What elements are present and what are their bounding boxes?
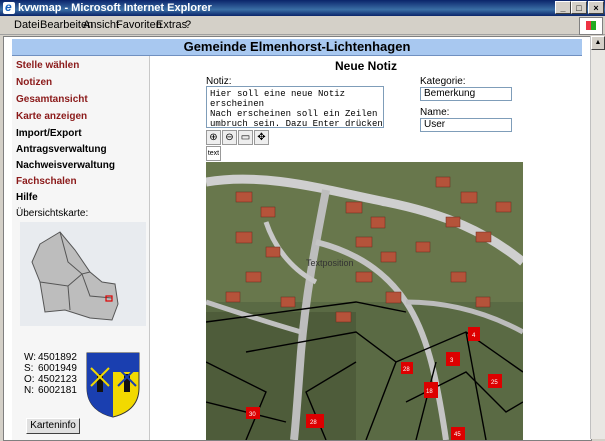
kategorie-field[interactable]: Bemerkung — [420, 87, 512, 101]
overview-map[interactable] — [20, 222, 146, 326]
parcel-number: 18 — [426, 389, 433, 395]
sidebar-item-karte-anzeigen[interactable]: Karte anzeigen — [16, 111, 87, 122]
coord-o-label: O: — [24, 374, 35, 385]
minimize-icon[interactable]: _ — [555, 1, 571, 14]
browser-page: Gemeinde Elmenhorst-Lichtenhagen Stelle … — [3, 36, 592, 441]
window-titlebar: kvwmap - Microsoft Internet Explorer _ □… — [0, 0, 605, 16]
sidebar-item-notizen[interactable]: Notizen — [16, 77, 52, 88]
kategorie-label: Kategorie: — [420, 76, 466, 87]
coord-s-value: 6001949 — [38, 363, 77, 374]
sidebar-item-stelle-waehlen[interactable]: Stelle wählen — [16, 60, 79, 71]
window-title: kvwmap - Microsoft Internet Explorer — [18, 2, 212, 14]
parcel-number: 28 — [310, 420, 317, 426]
sidebar-item-nachweisverwaltung[interactable]: Nachweisverwaltung — [16, 160, 115, 171]
menu-extras[interactable]: Extras — [156, 19, 187, 31]
menu-datei[interactable]: Datei — [14, 19, 40, 31]
coord-w-label: W: — [24, 352, 37, 363]
zoom-extent-icon[interactable]: ▭ — [238, 130, 253, 145]
sidebar-item-gesamtansicht[interactable]: Gesamtansicht — [16, 94, 88, 105]
menubar: Datei Bearbeiten Ansicht Favoriten Extra… — [0, 16, 605, 35]
notiz-textarea[interactable]: Hier soll eine neue Notiz erscheinen Nac… — [206, 86, 384, 128]
menu-help[interactable]: ? — [185, 19, 191, 31]
name-label: Name: — [420, 107, 450, 118]
windows-logo-icon — [579, 17, 603, 35]
menu-favoriten[interactable]: Favoriten — [116, 19, 162, 31]
page-banner: Gemeinde Elmenhorst-Lichtenhagen — [12, 39, 582, 56]
coord-w-value: 4501892 — [38, 352, 77, 363]
internet-explorer-icon — [3, 0, 15, 14]
aerial-map-drawing: Textposition 4 3 28 18 25 30 28 45 — [206, 162, 523, 440]
map-text-label: Textposition — [306, 258, 354, 268]
coat-of-arms-logo — [86, 352, 140, 418]
aerial-map[interactable]: Textposition 4 3 28 18 25 30 28 45 — [206, 162, 523, 440]
menu-ansicht[interactable]: Ansicht — [83, 19, 119, 31]
karteninfo-button[interactable]: Karteninfo — [26, 418, 80, 434]
scroll-up-icon[interactable]: ▲ — [591, 36, 605, 50]
coordinates-display: W: 4501892 S: 6001949 O: 4502123 N: 6002181 — [24, 352, 77, 396]
overview-map-drawing — [31, 231, 119, 321]
vertical-scrollbar[interactable]: ▲ — [590, 36, 605, 439]
name-field[interactable]: User — [420, 118, 512, 132]
overview-label: Übersichtskarte: — [16, 208, 89, 219]
sidebar-item-antragsverwaltung[interactable]: Antragsverwaltung — [16, 144, 107, 155]
sidebar-item-fachschalen[interactable]: Fachschalen — [16, 176, 77, 187]
page-title: Neue Notiz — [334, 59, 397, 73]
sidebar-item-hilfe[interactable]: Hilfe — [16, 192, 38, 203]
text-tool-button[interactable]: text — [206, 146, 221, 161]
zoom-out-icon[interactable]: ⊖ — [222, 130, 237, 145]
parcel-number: 30 — [249, 412, 256, 418]
coord-o-value: 4502123 — [38, 374, 77, 385]
coord-n-value: 6002181 — [38, 385, 77, 396]
pan-icon[interactable]: ✥ — [254, 130, 269, 145]
parcel-number: 25 — [491, 380, 498, 386]
zoom-in-icon[interactable]: ⊕ — [206, 130, 221, 145]
sidebar-item-import-export[interactable]: Import/Export — [16, 128, 82, 139]
maximize-icon[interactable]: □ — [571, 1, 587, 14]
parcel-number: 28 — [403, 367, 410, 373]
main-content: Neue Notiz Notiz: Hier soll eine neue No… — [150, 56, 582, 440]
sidebar: Stelle wählen Notizen Gesamtansicht Kart… — [12, 56, 150, 440]
coord-s-label: S: — [24, 363, 34, 374]
parcel-number: 45 — [454, 432, 461, 438]
coord-n-label: N: — [24, 385, 34, 396]
close-icon[interactable]: × — [588, 1, 604, 14]
